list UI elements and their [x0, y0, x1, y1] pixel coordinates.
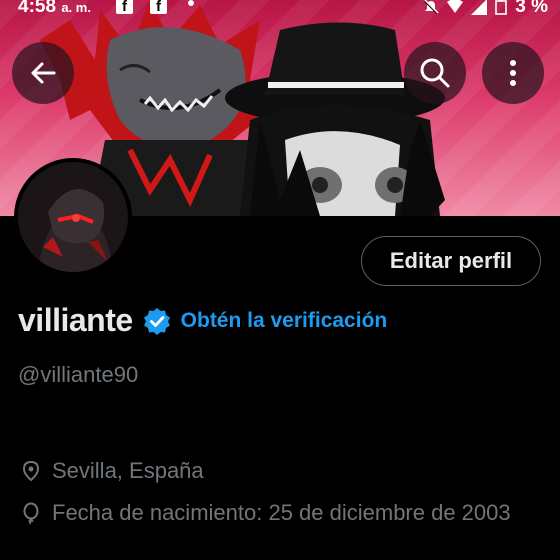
mute-icon: [424, 0, 439, 14]
more-options-button[interactable]: [482, 42, 544, 104]
battery-level: 3 %: [515, 0, 548, 17]
wifi-icon: [447, 0, 464, 13]
search-button[interactable]: [404, 42, 466, 104]
avatar[interactable]: [14, 158, 132, 276]
facebook-notification-icon: f: [116, 0, 133, 15]
arrow-left-icon: [31, 62, 56, 84]
display-name: villiante: [18, 302, 133, 338]
edit-profile-button[interactable]: Editar perfil: [361, 236, 541, 286]
location-pin-icon: [22, 460, 40, 482]
name-row: villiante Obtén la verificación: [18, 302, 387, 339]
balloon-icon: [23, 502, 39, 524]
location-row: Sevilla, España: [20, 456, 204, 486]
get-verified-link[interactable]: Obtén la verificación: [181, 309, 388, 333]
notification-dot-icon: [188, 0, 194, 6]
back-button[interactable]: [12, 42, 74, 104]
location-text: Sevilla, España: [52, 458, 204, 483]
more-vertical-icon: [510, 60, 516, 86]
birthday-row: Fecha de nacimiento: 25 de diciembre de …: [20, 498, 520, 528]
verified-badge-icon[interactable]: [143, 307, 171, 335]
avatar-image: [18, 162, 128, 272]
signal-icon: [471, 0, 488, 15]
username-handle: @villiante90: [18, 362, 139, 387]
status-time: 4:58 a. m.: [18, 0, 91, 17]
search-icon: [420, 58, 450, 88]
battery-icon: [495, 0, 508, 15]
facebook-notification-icon: f: [150, 0, 167, 15]
birthday-text: Fecha de nacimiento: 25 de diciembre de …: [52, 500, 511, 525]
status-bar: 4:58 a. m. f f 3 %: [0, 0, 560, 18]
